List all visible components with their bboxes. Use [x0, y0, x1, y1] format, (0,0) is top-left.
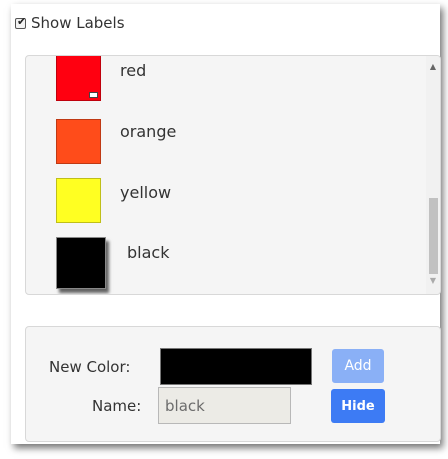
list-scrollbar[interactable]: ▲ ▼: [426, 56, 440, 294]
name-label: Name:: [92, 397, 142, 415]
image-icon: [89, 92, 98, 98]
scroll-thumb[interactable]: [429, 198, 438, 274]
name-input[interactable]: [158, 387, 291, 424]
scroll-up-arrow-icon[interactable]: ▲: [426, 60, 440, 74]
add-color-form: New Color: Add Name: Hide: [25, 326, 441, 442]
color-swatch-orange[interactable]: [56, 119, 101, 164]
color-label-yellow: yellow: [120, 183, 172, 202]
show-labels-text: Show Labels: [31, 14, 125, 32]
new-color-picker[interactable]: [160, 348, 312, 385]
new-color-label: New Color:: [49, 358, 131, 376]
show-labels-option[interactable]: ✔ Show Labels: [15, 12, 125, 34]
color-list[interactable]: red orange yellow black ▲ ▼: [25, 55, 441, 295]
color-label-red: red: [120, 61, 147, 80]
color-swatch-red[interactable]: [56, 56, 101, 101]
color-swatch-yellow[interactable]: [56, 178, 101, 223]
color-label-orange: orange: [120, 122, 177, 141]
hide-button[interactable]: Hide: [331, 389, 385, 423]
scroll-down-arrow-icon[interactable]: ▼: [426, 274, 440, 288]
color-label-black: black: [127, 243, 170, 262]
show-labels-checkbox[interactable]: ✔: [15, 14, 27, 29]
checkmark-icon: ✔: [17, 14, 27, 28]
add-button[interactable]: Add: [332, 349, 384, 383]
color-swatch-black[interactable]: [56, 237, 106, 289]
